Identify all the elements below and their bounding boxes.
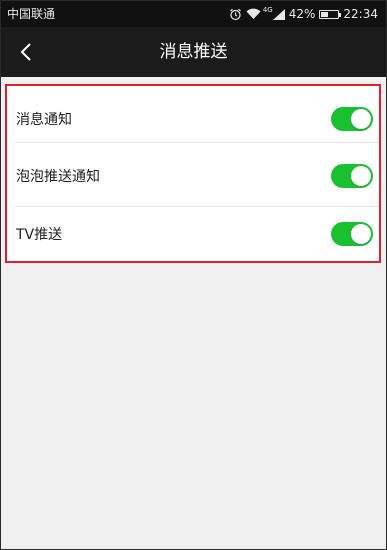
message-notification-toggle[interactable] xyxy=(331,107,373,131)
tv-push-toggle[interactable] xyxy=(331,221,373,246)
setting-label: TV推送 xyxy=(16,226,63,243)
setting-label: 消息通知 xyxy=(16,112,72,128)
wifi-icon xyxy=(246,1,261,27)
toggle-knob xyxy=(351,166,371,186)
battery-percent: 42% xyxy=(288,7,316,21)
page-title: 消息推送 xyxy=(159,42,228,62)
toggle-knob xyxy=(351,109,371,129)
status-indicators: 4G 42% 22:34 xyxy=(229,1,378,27)
battery-icon xyxy=(319,9,342,19)
push-settings-list: 消息通知 泡泡推送通知 TV推送 xyxy=(5,84,381,263)
battery-level xyxy=(321,11,329,17)
phone-screen: 中国联通 4G 42% 22:34 消息推送 消息通知 泡泡推送通知 TV推送 xyxy=(0,0,387,550)
bubble-push-toggle[interactable] xyxy=(331,164,373,188)
setting-label: 泡泡推送通知 xyxy=(16,169,100,185)
carrier-name: 中国联通 xyxy=(7,7,56,21)
alarm-icon xyxy=(229,1,242,27)
toggle-knob xyxy=(351,223,371,244)
status-bar: 中国联通 4G 42% 22:34 xyxy=(1,1,386,27)
network-type: 4G xyxy=(262,6,273,14)
clock: 22:34 xyxy=(343,7,378,21)
title-bar: 消息推送 xyxy=(1,27,386,77)
cellular-signal-icon: 4G xyxy=(262,1,285,27)
setting-row-tv-push: TV推送 xyxy=(7,206,379,261)
setting-row-bubble-push: 泡泡推送通知 xyxy=(7,142,379,210)
